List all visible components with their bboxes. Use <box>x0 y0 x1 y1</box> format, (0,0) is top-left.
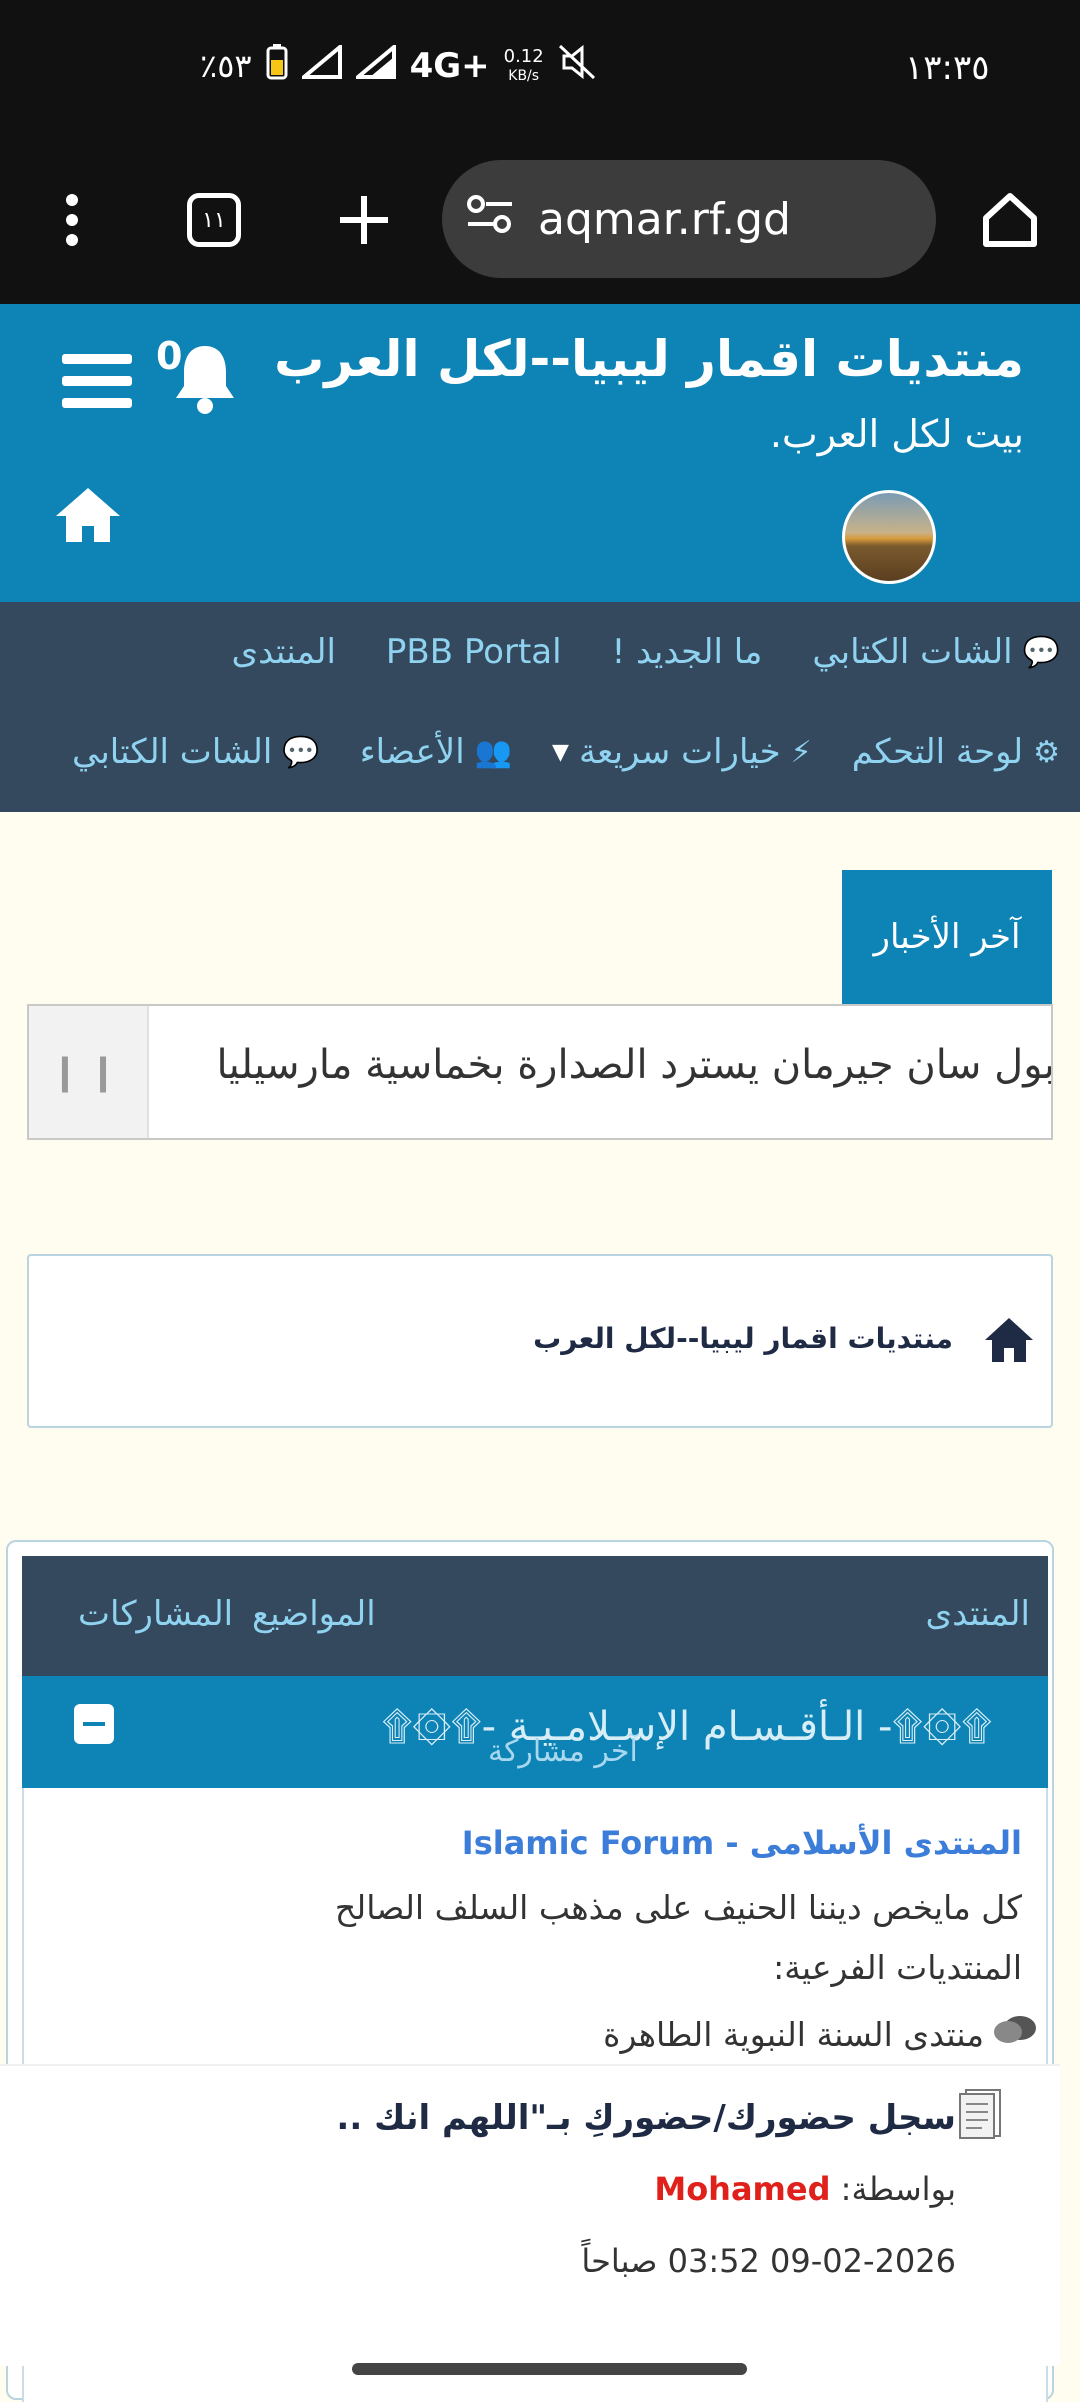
last-post-by: بواسطة: Mohamed <box>654 2170 956 2208</box>
nav-label: الأعضاء <box>359 732 465 772</box>
main-navigation: المنتدى PBB Portal ما الجديد ! 💬 الشات ا… <box>0 602 1080 812</box>
battery-icon <box>266 44 288 88</box>
nav-item-chat-2[interactable]: 💬 الشات الكتابي <box>72 732 320 772</box>
clock: ١٣:٣٥ <box>905 48 990 88</box>
status-icons: ٪٥٣ 4G+ 0.12 KB/s <box>200 42 598 88</box>
nav-label: لوحة التحكم <box>851 732 1024 772</box>
table-header: المنتدى المواضيع المشاركات <box>22 1556 1048 1676</box>
mute-icon <box>558 44 598 88</box>
ticker-text[interactable]: بول سان جيرمان يسترد الصدارة بخماسية مار… <box>216 1042 1051 1088</box>
nav-label: ما الجديد ! <box>611 632 763 672</box>
site-header: منتديات اقمار ليبيا--لكل العرب بيت لكل ا… <box>0 304 1080 602</box>
nav-label: PBB Portal <box>385 632 562 672</box>
browser-toolbar: ١١ aqmar.rf.gd <box>0 140 1080 304</box>
nav-item-chat[interactable]: 💬 الشات الكتابي <box>812 632 1060 672</box>
news-ticker[interactable]: بول سان جيرمان يسترد الصدارة بخماسية مار… <box>27 1004 1053 1140</box>
breadcrumb-link[interactable]: منتديات اقمار ليبيا--لكل العرب <box>533 1322 953 1355</box>
gesture-home-indicator[interactable] <box>352 2363 747 2375</box>
site-settings-icon[interactable] <box>466 194 514 245</box>
chat-icon: 💬 <box>1022 634 1060 670</box>
address-bar[interactable]: aqmar.rf.gd <box>442 160 936 278</box>
nav-row-2: 💬 الشات الكتابي 👥 الأعضاء ⚡ خيارات سريعة… <box>72 732 1060 772</box>
last-post-card: سجل حضورك/حضوركِ بـ"اللهم انك .. بواسطة:… <box>0 2066 1060 2366</box>
nav-item-whats-new[interactable]: ما الجديد ! <box>612 632 763 672</box>
site-title[interactable]: منتديات اقمار ليبيا--لكل العرب <box>274 330 1024 388</box>
forum-description: كل مايخص ديننا الحنيف على مذهب السلف الص… <box>334 1888 1022 1927</box>
bolt-icon: ⚡ <box>790 734 812 770</box>
home-icon[interactable] <box>52 484 124 546</box>
caret-down-icon: ▼ <box>552 739 569 765</box>
last-post-date: 09-02-2026 03:52 صباحاً <box>581 2242 956 2280</box>
nav-label: المنتدى <box>231 632 336 672</box>
subforums-label: المنتديات الفرعية: <box>773 1948 1022 1987</box>
subforum-label: منتدى السنة النبوية الطاهرة <box>603 2014 984 2054</box>
forum-name-link[interactable]: المنتدى الأسلامى - Islamic Forum <box>462 1824 1022 1862</box>
post-document-icon <box>958 2088 1004 2140</box>
by-label: بواسطة: <box>840 2170 956 2208</box>
category-bar: ۩۞۩- الـأقـسـام الإسـلامـيـة -۩۞۩ آخر مش… <box>22 1676 1048 1788</box>
column-posts: المشاركات <box>78 1594 234 1634</box>
signal-icon <box>298 42 342 87</box>
column-topics: المواضيع <box>252 1594 376 1634</box>
home-icon[interactable] <box>970 180 1050 260</box>
breadcrumb: منتديات اقمار ليبيا--لكل العرب <box>27 1254 1053 1428</box>
last-post-title-link[interactable]: سجل حضورك/حضوركِ بـ"اللهم انك .. <box>336 2098 956 2138</box>
nav-label: الشات الكتابي <box>812 632 1013 672</box>
nav-label: الشات الكتابي <box>72 732 273 772</box>
tab-switcher-button[interactable]: ١١ <box>174 180 254 260</box>
nav-label: خيارات سريعة <box>578 732 781 772</box>
nav-item-control-panel[interactable]: ⚙ لوحة التحكم <box>852 732 1060 772</box>
author-link[interactable]: Mohamed <box>654 2170 830 2208</box>
more-menu-icon[interactable] <box>32 180 112 260</box>
network-type: 4G+ <box>409 46 490 86</box>
new-tab-icon[interactable] <box>324 180 404 260</box>
collapse-icon[interactable] <box>74 1704 114 1744</box>
url-text[interactable]: aqmar.rf.gd <box>538 194 791 245</box>
nav-item-forum[interactable]: المنتدى <box>231 632 335 672</box>
chat-icon: 💬 <box>282 734 320 770</box>
status-bar: ٪٥٣ 4G+ 0.12 KB/s ١٣:٣٥ <box>0 0 1080 140</box>
site-description: بيت لكل العرب. <box>769 412 1024 456</box>
nav-item-portal[interactable]: PBB Portal <box>386 632 562 672</box>
user-avatar[interactable] <box>842 490 936 584</box>
menu-hamburger-icon[interactable] <box>62 354 132 414</box>
pause-icon[interactable]: ❙❙ <box>29 1006 149 1138</box>
column-forum: المنتدى <box>925 1594 1030 1634</box>
news-tab[interactable]: آخر الأخبار <box>842 870 1052 1004</box>
signal-icon-2 <box>352 42 396 87</box>
notification-count: 0 <box>156 334 183 378</box>
nav-row-1: المنتدى PBB Portal ما الجديد ! 💬 الشات ا… <box>231 632 1060 672</box>
tab-count: ١١ <box>187 193 241 247</box>
category-title[interactable]: ۩۞۩- الـأقـسـام الإسـلامـيـة -۩۞۩ <box>382 1704 992 1750</box>
speed-value: 0.12 <box>503 45 544 67</box>
nav-item-quick-options[interactable]: ⚡ خيارات سريعة ▼ <box>552 732 812 772</box>
nav-item-members[interactable]: 👥 الأعضاء <box>360 732 512 772</box>
subforum-icon <box>992 2014 1038 2054</box>
home-icon[interactable] <box>983 1316 1035 1364</box>
users-icon: 👥 <box>474 734 513 770</box>
battery-percent: ٪٥٣ <box>200 47 252 85</box>
speed-unit: KB/s <box>508 67 540 84</box>
last-post-header: آخر مشاركة <box>488 1734 638 1769</box>
gears-icon: ⚙ <box>1033 734 1060 770</box>
subforum-link[interactable]: منتدى السنة النبوية الطاهرة <box>603 2014 1038 2054</box>
network-speed: 0.12 KB/s <box>503 45 544 85</box>
